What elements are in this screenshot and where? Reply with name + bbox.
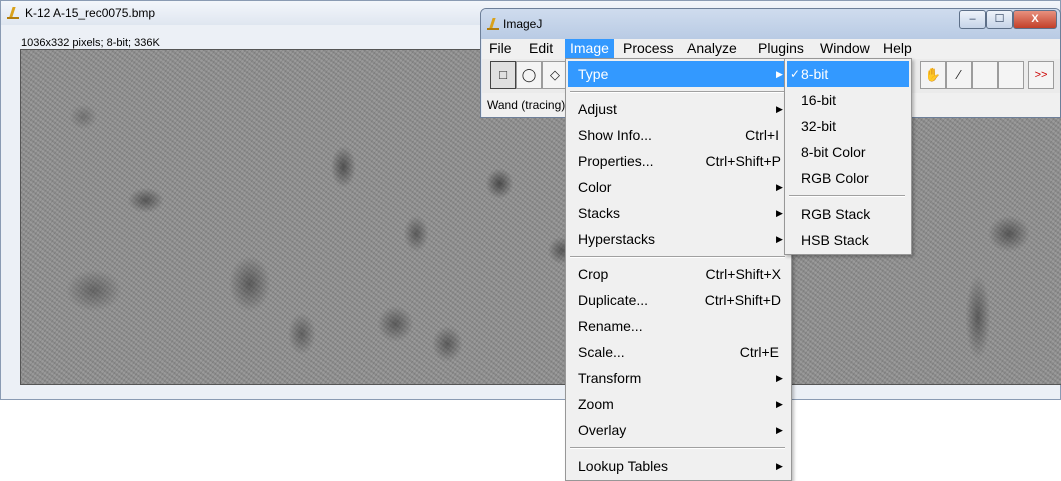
submenu-arrow-icon: ▶ <box>776 425 783 435</box>
minimize-button[interactable]: – <box>959 10 986 29</box>
menu-image[interactable]: Image <box>565 39 614 59</box>
menu-process[interactable]: Process <box>618 39 679 59</box>
menu-item-shortcut: Ctrl+I <box>745 127 779 143</box>
submenu-item-32-bit[interactable]: 32-bit <box>787 113 909 139</box>
menu-item-shortcut: Ctrl+Shift+D <box>704 292 781 308</box>
submenu-item-hsb-stack[interactable]: HSB Stack <box>787 227 909 253</box>
menu-item-label: Lookup Tables <box>578 458 669 474</box>
menu-item-label: Rename... <box>578 318 643 334</box>
menu-item-overlay[interactable]: Overlay ▶ <box>568 417 789 443</box>
menu-analyze[interactable]: Analyze <box>682 39 742 59</box>
hand-tool-icon[interactable]: ✋ <box>920 61 946 89</box>
image-menu-dropdown: Type ▶ Adjust ▶ Show Info... Ctrl+I Prop… <box>565 58 792 481</box>
submenu-item-16-bit[interactable]: 16-bit <box>787 87 909 113</box>
submenu-arrow-icon: ▶ <box>776 461 783 471</box>
menu-plugins[interactable]: Plugins <box>753 39 809 59</box>
image-info-text: 1036x332 pixels; 8-bit; 336K <box>21 37 160 49</box>
submenu-item-label: 16-bit <box>801 92 837 108</box>
menu-item-label: Zoom <box>578 396 614 412</box>
image-window-title: K-12 A-15_rec0075.bmp <box>25 6 156 20</box>
menu-item-label: Overlay <box>578 422 627 438</box>
menu-item-stacks[interactable]: Stacks ▶ <box>568 200 789 226</box>
submenu-item-label: 8-bit <box>801 66 829 82</box>
submenu-item-label: 8-bit Color <box>801 144 866 160</box>
blank-tool-1[interactable] <box>972 61 998 89</box>
more-tools-icon[interactable]: >> <box>1028 61 1054 89</box>
submenu-item-label: 32-bit <box>801 118 837 134</box>
submenu-item-label: RGB Stack <box>801 206 871 222</box>
menu-item-crop[interactable]: Crop Ctrl+Shift+X <box>568 261 789 287</box>
menu-item-label: Color <box>578 179 612 195</box>
menu-item-label: Scale... <box>578 344 625 360</box>
menu-item-transform[interactable]: Transform ▶ <box>568 365 789 391</box>
submenu-arrow-icon: ▶ <box>776 208 783 218</box>
submenu-arrow-icon: ▶ <box>776 234 783 244</box>
menu-item-adjust[interactable]: Adjust ▶ <box>568 96 789 122</box>
menu-item-label: Transform <box>578 370 642 386</box>
blank-tool-2[interactable] <box>998 61 1024 89</box>
submenu-arrow-icon: ▶ <box>776 69 783 79</box>
menu-item-label: Duplicate... <box>578 292 649 308</box>
dropper-tool-icon[interactable]: ⁄ <box>946 61 972 89</box>
menu-item-shortcut: Ctrl+Shift+P <box>705 153 781 169</box>
menu-item-label: Stacks <box>578 205 621 221</box>
submenu-arrow-icon: ▶ <box>776 182 783 192</box>
menu-separator <box>789 195 905 197</box>
imagej-window-title: ImageJ <box>503 17 543 31</box>
menu-item-label: Crop <box>578 266 609 282</box>
imagej-microscope-icon <box>7 6 19 20</box>
menu-item-duplicate[interactable]: Duplicate... Ctrl+Shift+D <box>568 287 789 313</box>
menu-item-properties[interactable]: Properties... Ctrl+Shift+P <box>568 148 789 174</box>
imagej-microscope-icon <box>487 17 499 31</box>
menu-item-label: Hyperstacks <box>578 231 656 247</box>
close-button[interactable]: X <box>1013 10 1057 29</box>
menu-window[interactable]: Window <box>815 39 875 59</box>
type-submenu: ✓ 8-bit 16-bit 32-bit 8-bit Color RGB Co… <box>784 58 912 255</box>
menu-item-show-info[interactable]: Show Info... Ctrl+I <box>568 122 789 148</box>
menu-item-rename[interactable]: Rename... <box>568 313 789 339</box>
menu-item-hyperstacks[interactable]: Hyperstacks ▶ <box>568 226 789 252</box>
menu-edit[interactable]: Edit <box>524 39 558 59</box>
submenu-arrow-icon: ▶ <box>776 104 783 114</box>
imagej-titlebar[interactable]: ImageJ – ☐ X <box>481 9 1060 39</box>
menu-item-label: Show Info... <box>578 127 652 143</box>
submenu-item-rgb-stack[interactable]: RGB Stack <box>787 201 909 227</box>
menu-item-label: Properties... <box>578 153 654 169</box>
check-icon: ✓ <box>790 67 801 81</box>
maximize-button[interactable]: ☐ <box>986 10 1013 29</box>
menu-item-label: Adjust <box>578 101 617 117</box>
menu-item-scale[interactable]: Scale... Ctrl+E <box>568 339 789 365</box>
menu-file[interactable]: File <box>484 39 517 59</box>
submenu-arrow-icon: ▶ <box>776 373 783 383</box>
submenu-item-label: HSB Stack <box>801 232 869 248</box>
menu-item-label: Type <box>578 66 609 82</box>
menu-item-lookup-tables[interactable]: Lookup Tables ▶ <box>568 453 789 479</box>
menu-help[interactable]: Help <box>878 39 917 59</box>
menu-separator <box>570 447 785 449</box>
menu-item-type[interactable]: Type ▶ <box>568 61 789 87</box>
menu-item-shortcut: Ctrl+E <box>739 344 779 360</box>
menu-bar: File Edit Image Process Analyze Plugins … <box>482 39 1060 59</box>
submenu-item-8-bit[interactable]: ✓ 8-bit <box>787 61 909 87</box>
submenu-item-label: RGB Color <box>801 170 869 186</box>
rectangle-tool-icon[interactable]: □ <box>490 61 516 89</box>
submenu-item-rgb-color[interactable]: RGB Color <box>787 165 909 191</box>
menu-item-color[interactable]: Color ▶ <box>568 174 789 200</box>
menu-separator <box>570 91 785 93</box>
oval-tool-icon[interactable]: ◯ <box>516 61 542 89</box>
submenu-arrow-icon: ▶ <box>776 399 783 409</box>
menu-separator <box>570 256 785 258</box>
menu-item-shortcut: Ctrl+Shift+X <box>705 266 781 282</box>
menu-item-zoom[interactable]: Zoom ▶ <box>568 391 789 417</box>
submenu-item-8-bit-color[interactable]: 8-bit Color <box>787 139 909 165</box>
